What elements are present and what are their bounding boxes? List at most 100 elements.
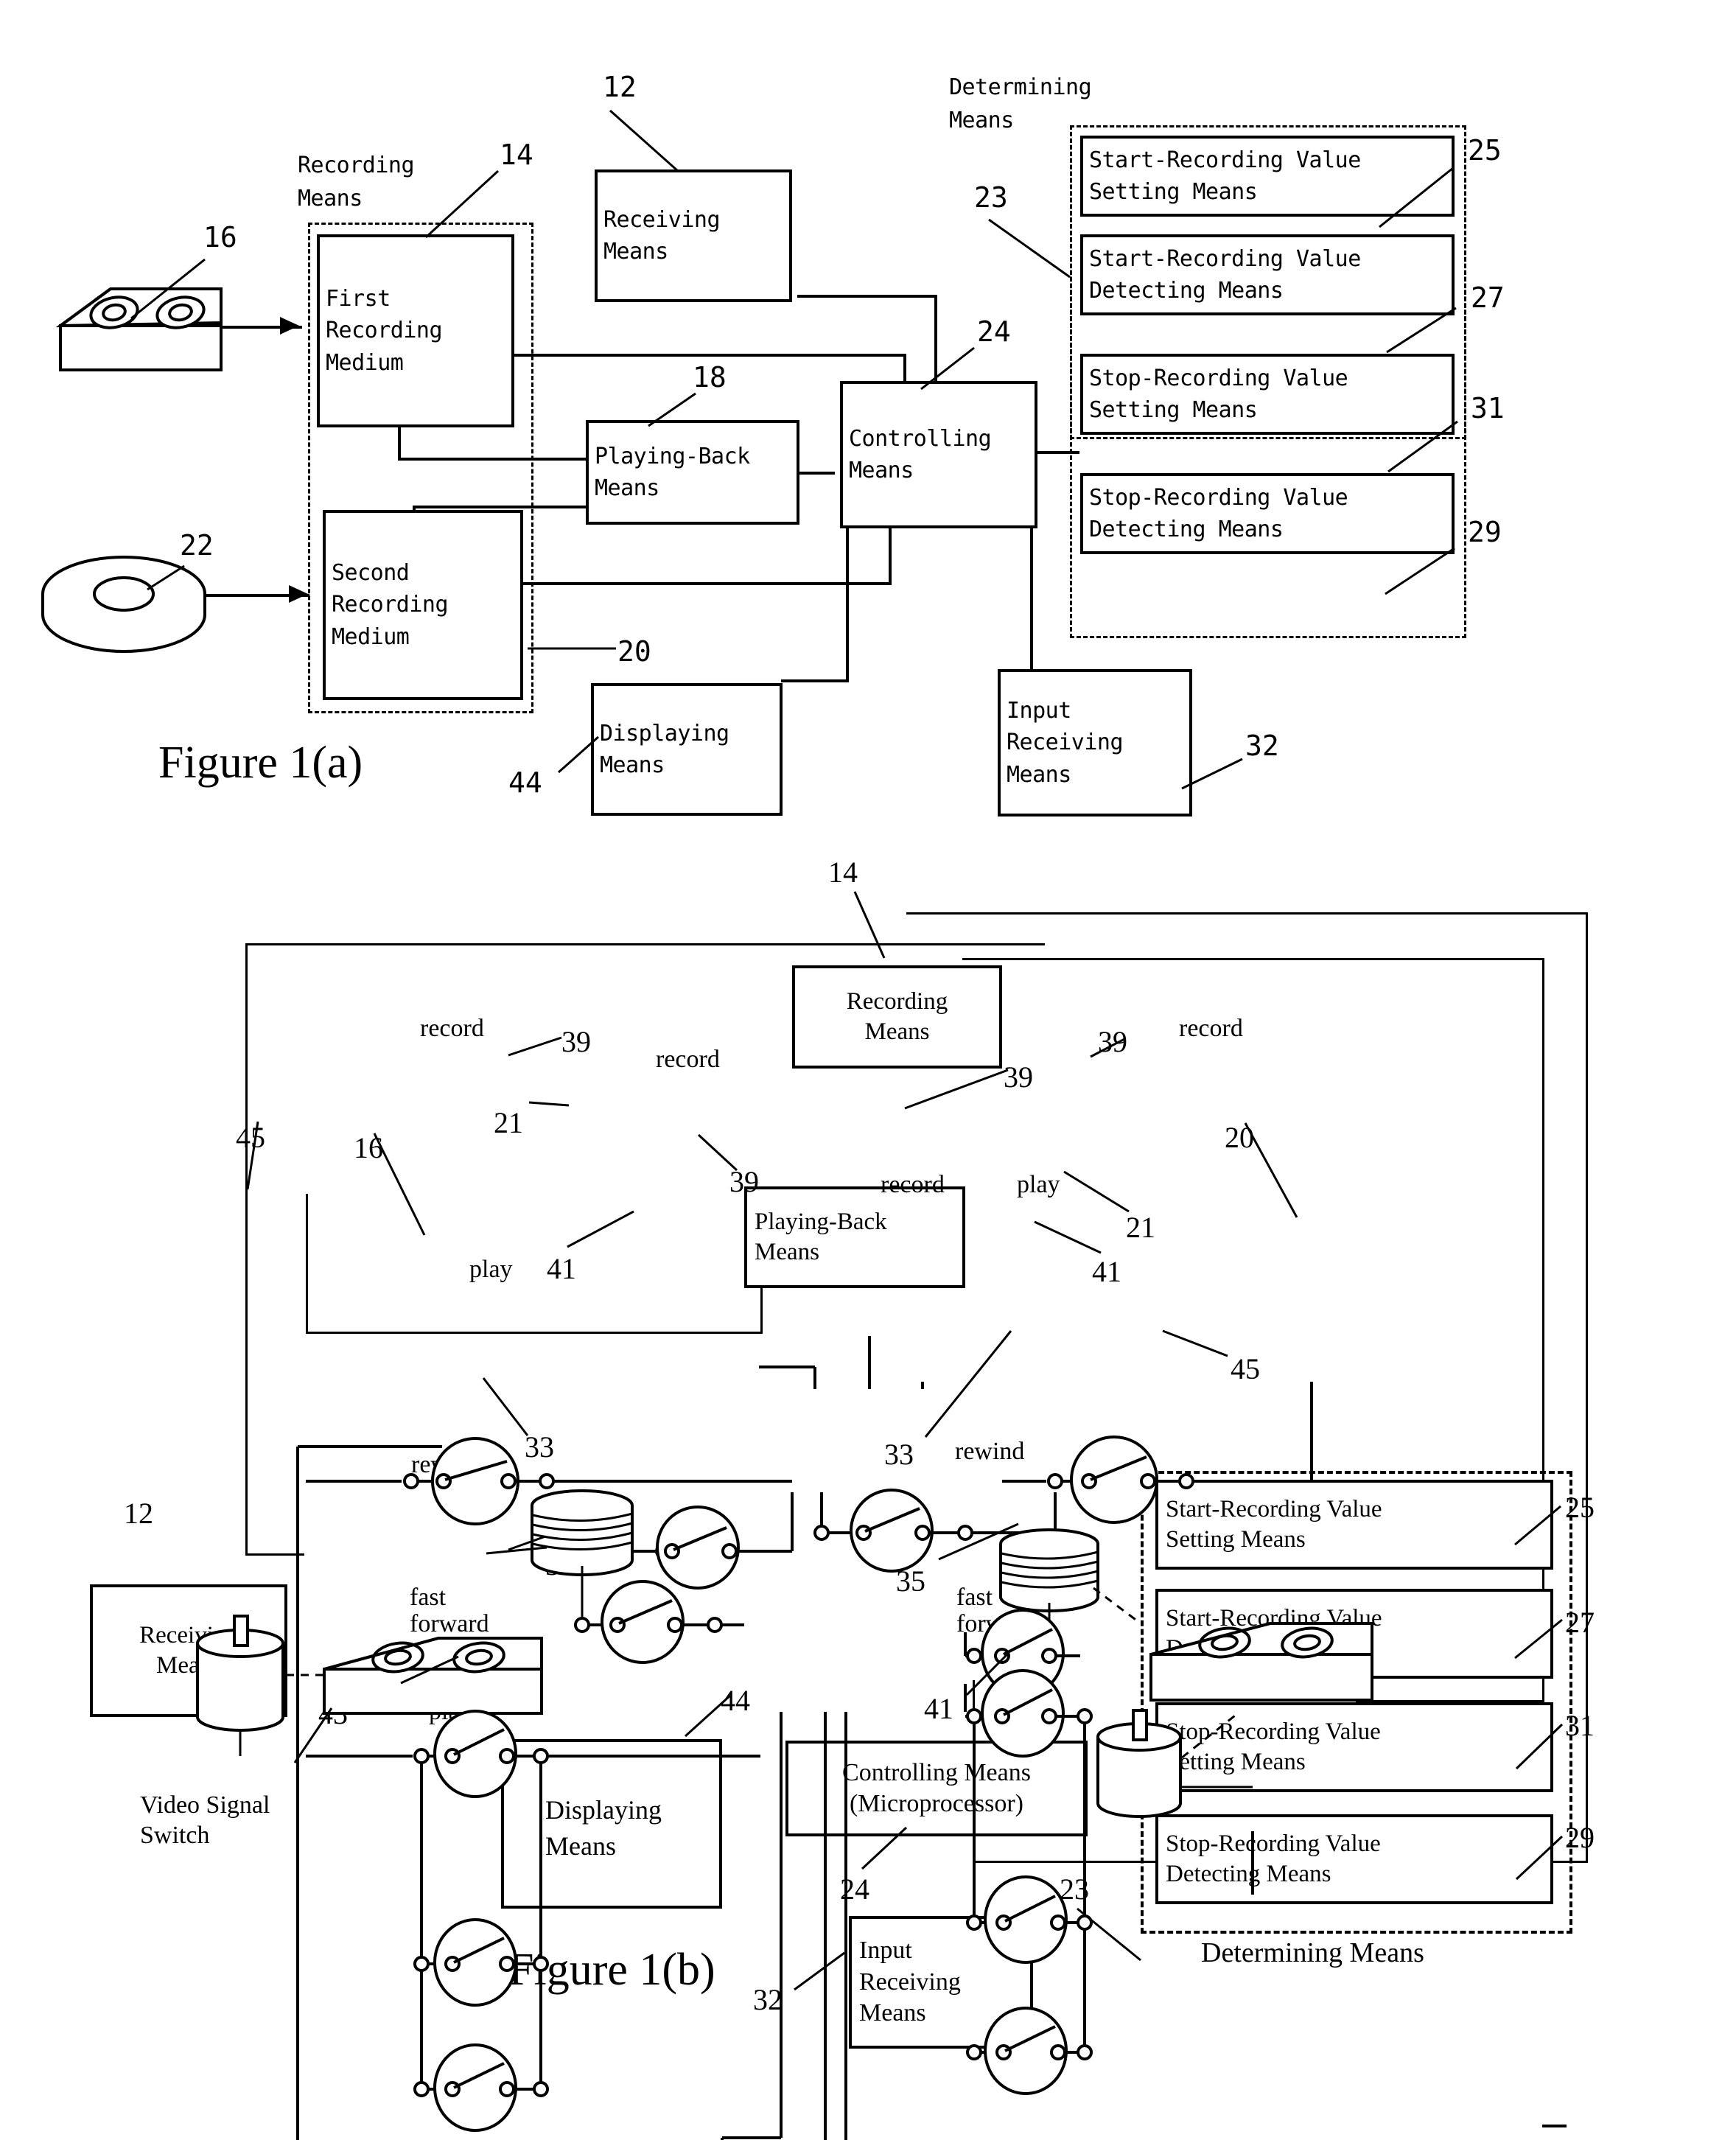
- ref-35-left: 35: [545, 1548, 575, 1581]
- frame-wire: [245, 943, 248, 1555]
- ref-21-right: 21: [1126, 1211, 1155, 1244]
- ref-41-play-left: 41: [547, 1252, 576, 1285]
- record-right-top-label: record: [1179, 1015, 1243, 1042]
- ref-41-col-right: 41: [924, 1692, 953, 1725]
- displaying-means-box-a: Displaying Means: [591, 683, 783, 816]
- ref-27-a: 27: [1471, 282, 1505, 314]
- ref-29-a: 29: [1468, 516, 1502, 548]
- input-receiving-means-box-a: Input Receiving Means: [998, 669, 1192, 817]
- receiving-means-box-a: Receiving Means: [595, 169, 792, 302]
- input-receiving-means-box-b: Input Receiving Means: [849, 1916, 1033, 2049]
- stop-recording-value-detecting-means-box-b: Stop-Recording Value Detecting Means: [1155, 1814, 1553, 1904]
- video-signal-switch-label: Video Signal Switch: [140, 1791, 270, 1849]
- play-left-label: play: [469, 1256, 513, 1283]
- play-col-left-label: play: [429, 1698, 472, 1725]
- determining-means-group-label-b: Determining Means: [1201, 1937, 1424, 1968]
- ref-24-b: 24: [840, 1872, 869, 1906]
- wire: [781, 679, 849, 682]
- frame-wire: [306, 1194, 308, 1334]
- wire: [797, 295, 937, 298]
- ref-20-a: 20: [617, 635, 651, 668]
- ref-25-a: 25: [1468, 134, 1502, 167]
- ref-29-b: 29: [1565, 1821, 1595, 1854]
- ref-39-right-mid: 39: [1004, 1060, 1033, 1094]
- ref-35-right: 35: [896, 1564, 925, 1598]
- patent-figure-sheet: Recording Means Determining Means First …: [0, 0, 1736, 2140]
- wire: [798, 472, 835, 475]
- ref-45-right: 45: [1231, 1352, 1260, 1385]
- wire: [199, 594, 309, 597]
- rewind-right-label: rewind: [955, 1438, 1025, 1465]
- ref-18-a: 18: [693, 361, 727, 394]
- playing-back-means-box-b: Playing-Back Means: [744, 1186, 965, 1288]
- ref-44-b: 44: [721, 1684, 750, 1717]
- ref-14-b: 14: [828, 856, 858, 889]
- ref-33-left: 33: [525, 1430, 554, 1464]
- record-right-mid-label: record: [881, 1171, 945, 1198]
- ref-12-a: 12: [603, 71, 637, 103]
- recording-means-group-label-a: Recording Means: [298, 153, 415, 211]
- start-recording-value-setting-means-box-a: Start-Recording Value Setting Means: [1080, 136, 1455, 217]
- ref-31-a: 31: [1471, 392, 1505, 424]
- displaying-means-label-b: Displaying Means: [545, 1795, 662, 1861]
- record-left-mid-label: record: [656, 1046, 720, 1073]
- figure-1a: Recording Means Determining Means First …: [0, 0, 1736, 847]
- play-col-right-label: play: [993, 1694, 1037, 1721]
- ref-41-col-left: 41: [361, 1679, 391, 1713]
- figure-1b: Recording Means 14 Playing-Back Means Re…: [0, 847, 1736, 2140]
- ref-16-a: 16: [203, 221, 237, 253]
- ref-39-left-mid: 39: [729, 1165, 759, 1198]
- first-recording-medium-box-a: First Recording Medium: [317, 234, 514, 427]
- ref-41-play-right: 41: [1092, 1255, 1121, 1288]
- play-right-label: play: [1017, 1171, 1060, 1198]
- frame-wire: [306, 1332, 763, 1334]
- frame-wire: [906, 912, 1588, 915]
- start-recording-value-detecting-means-box-a: Start-Recording Value Detecting Means: [1080, 234, 1455, 315]
- ref-32-b: 32: [753, 1983, 783, 2016]
- frame-wire: [245, 943, 1045, 945]
- ref-44-a: 44: [508, 766, 542, 799]
- ref-39-left-top: 39: [561, 1025, 591, 1058]
- second-recording-medium-box-a: Second Recording Medium: [323, 510, 523, 700]
- record-left-top-label: record: [420, 1015, 484, 1042]
- wire: [221, 326, 302, 329]
- ref-39-right-top: 39: [1098, 1025, 1127, 1058]
- ref-23-a: 23: [974, 181, 1008, 214]
- start-recording-value-detecting-means-box-b: Start-Recording Value Detecting Means: [1155, 1589, 1553, 1679]
- wire: [1030, 528, 1033, 674]
- ref-25-b: 25: [1565, 1491, 1595, 1524]
- rewind-left-label: rewind: [411, 1451, 481, 1478]
- determining-means-group-label-a: Determining Means: [949, 74, 1092, 133]
- ref-31-b: 31: [1565, 1709, 1595, 1742]
- ref-24-a: 24: [977, 315, 1011, 348]
- ref-21-left: 21: [494, 1106, 523, 1139]
- controlling-means-box-b: Controlling Means (Microprocessor): [785, 1741, 1088, 1836]
- ref-16-b: 16: [354, 1131, 383, 1164]
- ref-33-right: 33: [884, 1438, 914, 1471]
- ref-12-b: 12: [124, 1497, 153, 1530]
- ref-23-b: 23: [1060, 1872, 1089, 1906]
- figure-1a-caption: Figure 1(a): [158, 738, 363, 788]
- receiving-means-box-b: Receiving Means: [90, 1584, 287, 1717]
- wire: [508, 354, 906, 357]
- ref-32-a: 32: [1245, 730, 1279, 762]
- stop-recording-value-detecting-means-box-a: Stop-Recording Value Detecting Means: [1080, 473, 1455, 554]
- frame-wire: [962, 958, 1544, 960]
- ref-14-a: 14: [500, 139, 533, 171]
- controlling-means-box-a: Controlling Means: [840, 381, 1037, 528]
- playing-back-means-box-a: Playing-Back Means: [586, 420, 799, 525]
- frame-wire: [245, 1553, 304, 1556]
- wire: [523, 582, 892, 585]
- fast-forward-right-label: fast forward: [956, 1584, 1036, 1637]
- ref-22-a: 22: [180, 529, 214, 562]
- start-recording-value-setting-means-box-b: Start-Recording Value Setting Means: [1155, 1480, 1553, 1570]
- ref-45-left: 45: [236, 1121, 265, 1154]
- stop-recording-value-setting-means-box-a: Stop-Recording Value Setting Means: [1080, 354, 1455, 435]
- recording-means-box-b: Recording Means: [792, 965, 1002, 1069]
- fast-forward-left-label: fast forward: [410, 1584, 489, 1637]
- ref-20-b: 20: [1225, 1121, 1254, 1154]
- ref-27-b: 27: [1565, 1606, 1595, 1639]
- ref-43-b: 43: [318, 1697, 348, 1730]
- stop-recording-value-setting-means-box-b: Stop-Recording Value Setting Means: [1155, 1702, 1553, 1792]
- wire: [846, 528, 849, 682]
